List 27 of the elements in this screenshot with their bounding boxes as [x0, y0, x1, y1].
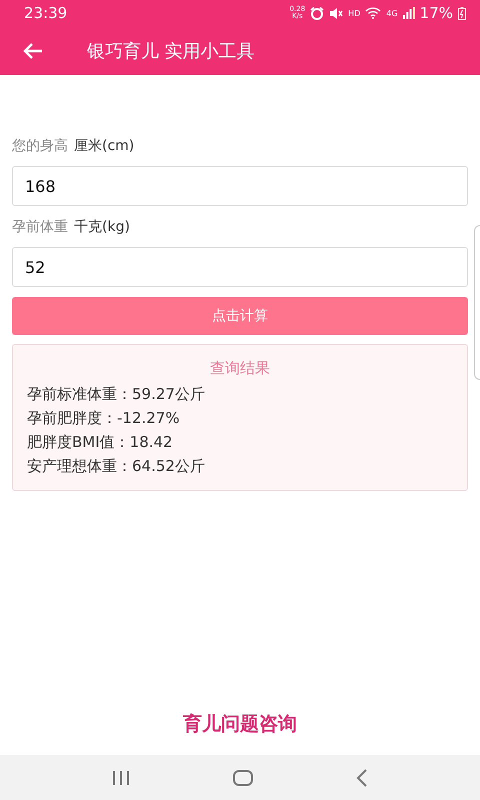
result-line: 安产理想体重：64.52公斤 [27, 456, 206, 477]
consult-link[interactable]: 育儿问题咨询 [183, 713, 297, 735]
result-line: 肥胖度BMI值：18.42 [27, 432, 174, 453]
home-icon[interactable] [232, 770, 253, 786]
status-time: 23:39 [24, 4, 68, 22]
result-line: 孕前标准体重：59.27公斤 [27, 384, 206, 405]
unit-label: 千克(kg) [74, 218, 130, 236]
result-line: 孕前肥胖度：-12.27% [27, 408, 181, 429]
field-label: 您的身高 [12, 137, 68, 155]
unit-label: 厘米(cm) [74, 137, 134, 155]
side-handle[interactable] [474, 225, 480, 380]
mute-icon [329, 6, 344, 20]
back-nav-icon[interactable] [356, 768, 368, 786]
alarm-icon [310, 6, 324, 20]
network-type: 4G [386, 8, 398, 18]
wifi-icon [365, 7, 382, 19]
battery-icon [458, 6, 466, 20]
back-arrow-icon[interactable] [23, 42, 43, 58]
hd-label: HD [348, 8, 360, 18]
app-title: 银巧育儿 实用小工具 [87, 40, 255, 62]
signal-icon [402, 7, 415, 19]
input-field[interactable]: 168 [12, 166, 468, 206]
result-title: 查询结果 [209, 359, 271, 378]
recent-apps-icon[interactable] [112, 770, 130, 784]
battery-level: 17% [420, 4, 453, 22]
field-label: 孕前体重 [12, 218, 68, 236]
input-field[interactable]: 52 [12, 247, 468, 287]
